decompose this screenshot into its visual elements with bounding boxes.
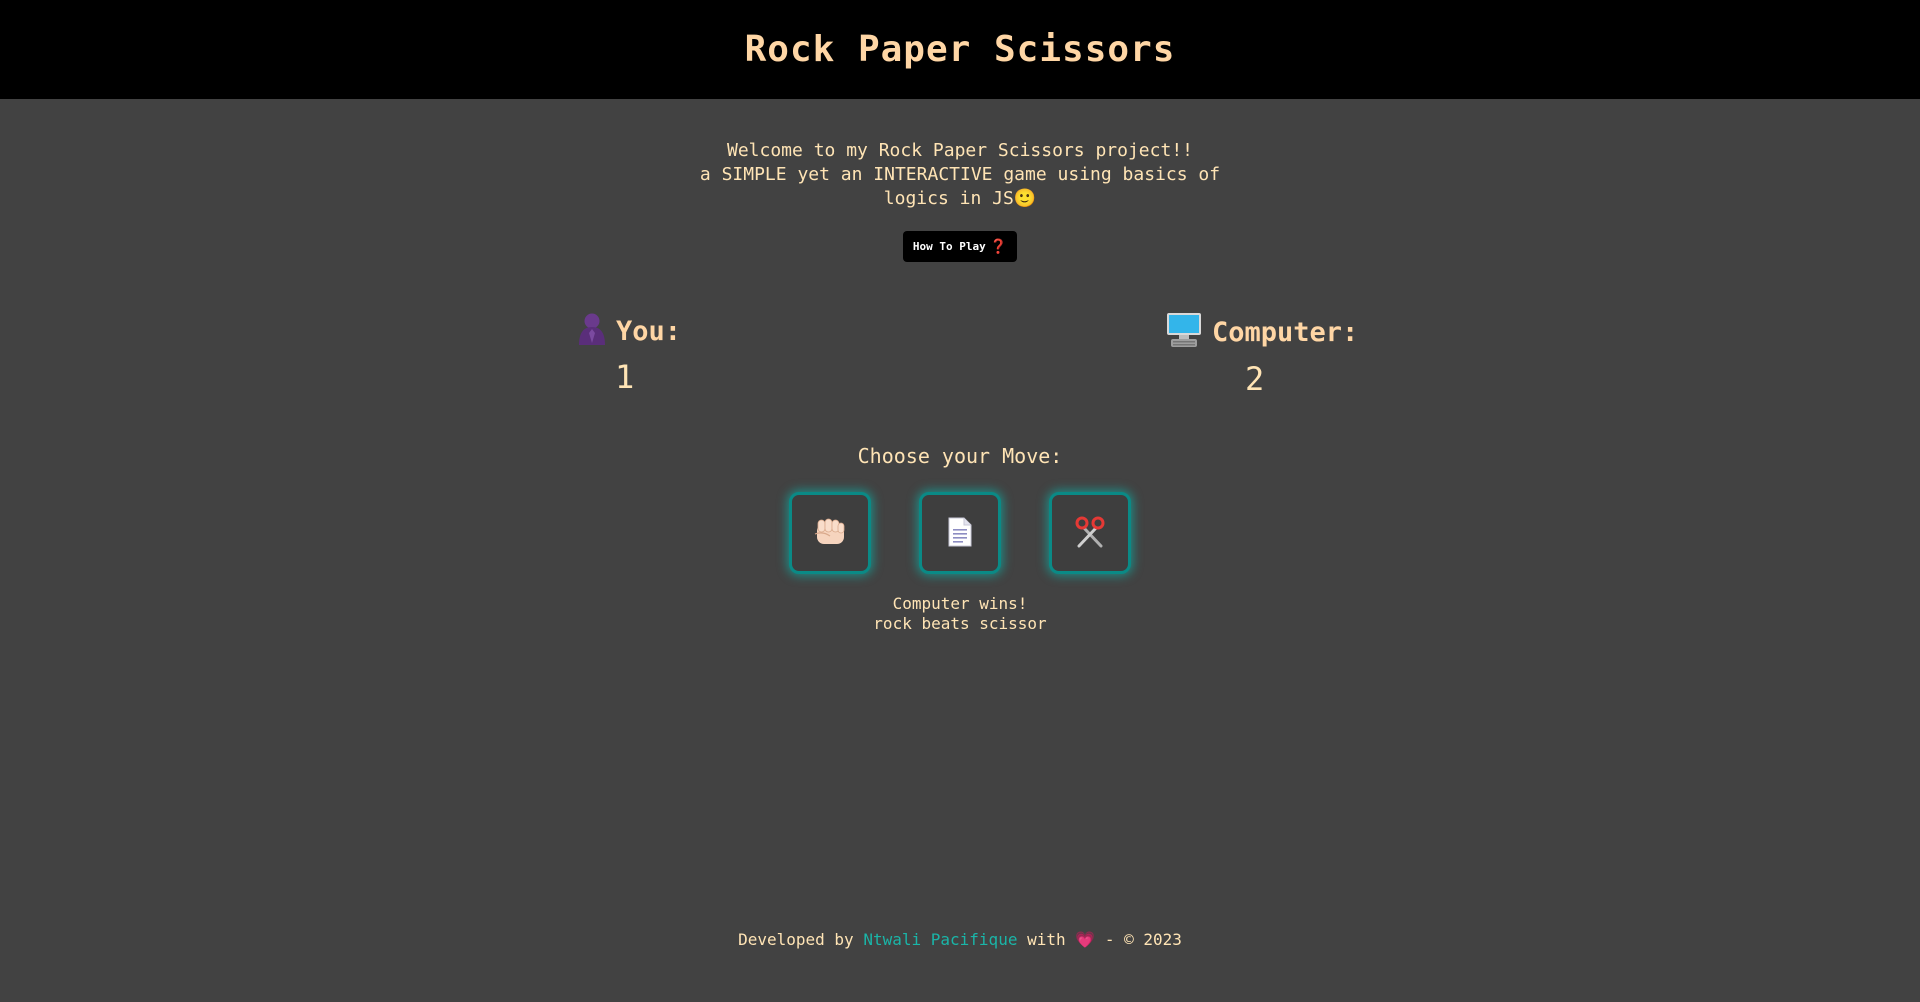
scissors-button[interactable] <box>1049 492 1131 574</box>
scissors-icon <box>1074 516 1106 551</box>
intro-text: Welcome to my Rock Paper Scissors projec… <box>0 139 1920 211</box>
player-label: You: <box>616 315 682 347</box>
rock-button[interactable] <box>789 492 871 574</box>
page-icon <box>948 517 972 550</box>
intro-line-3-text: logics in JS <box>883 188 1014 209</box>
intro-line-2: a SIMPLE yet an INTERACTIVE game using b… <box>699 164 1221 185</box>
page-footer: Developed by Ntwali Pacifique with 💗 - ©… <box>0 930 1920 949</box>
player-score-panel: You: 1 <box>578 312 681 396</box>
how-to-play-wrap: How To Play ❓ <box>0 231 1920 262</box>
move-buttons <box>0 492 1920 574</box>
scoreboard: You: 1 Computer: 2 <box>0 312 1920 432</box>
paper-button[interactable] <box>919 492 1001 574</box>
page-title: Rock Paper Scissors <box>744 29 1176 70</box>
question-mark-icon: ❓ <box>989 238 1008 255</box>
player-score: 1 <box>615 358 635 396</box>
fist-icon <box>813 517 847 550</box>
footer-with: with <box>1027 930 1066 949</box>
footer-prefix: Developed by <box>738 930 854 949</box>
how-to-play-label: How To Play <box>912 240 986 253</box>
intro-line-3: logics in JS🙂 <box>0 187 1920 211</box>
page-header: Rock Paper Scissors <box>0 0 1920 99</box>
computer-score: 2 <box>1245 360 1265 398</box>
smiley-emoji-icon: 🙂 <box>1013 188 1037 209</box>
intro-line-1: Welcome to my Rock Paper Scissors projec… <box>727 140 1193 161</box>
footer-copyright: - © 2023 <box>1104 930 1182 949</box>
round-result: Computer wins! rock beats scissor <box>0 594 1920 634</box>
heart-icon: 💗 <box>1075 930 1096 949</box>
result-explanation: rock beats scissor <box>873 614 1047 633</box>
choose-move-heading: Choose your Move: <box>857 444 1063 468</box>
player-score-header: You: <box>578 312 681 350</box>
computer-icon <box>1166 312 1202 352</box>
computer-score-header: Computer: <box>1166 312 1358 352</box>
user-silhouette-icon <box>578 312 606 350</box>
result-winner: Computer wins! <box>892 594 1028 613</box>
author-link[interactable]: Ntwali Pacifique <box>863 930 1017 949</box>
how-to-play-button[interactable]: How To Play ❓ <box>902 231 1018 262</box>
computer-label: Computer: <box>1212 316 1359 348</box>
computer-score-panel: Computer: 2 <box>1166 312 1358 398</box>
